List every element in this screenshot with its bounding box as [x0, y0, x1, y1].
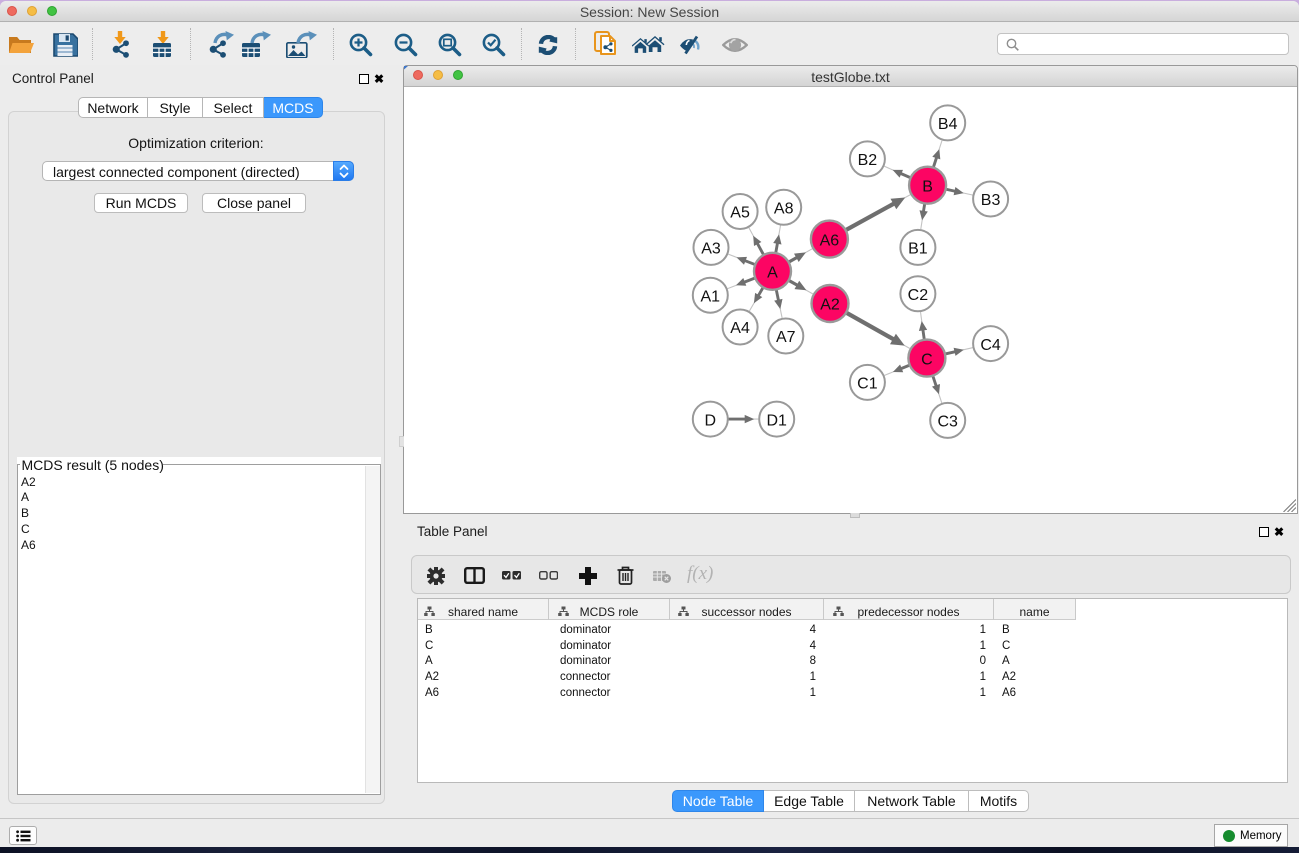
svg-text:A8: A8: [774, 201, 794, 218]
svg-text:C4: C4: [980, 337, 1001, 354]
svg-text:C2: C2: [908, 287, 929, 304]
svg-text:C: C: [921, 351, 933, 368]
svg-text:D1: D1: [766, 412, 787, 429]
svg-text:A1: A1: [701, 288, 721, 305]
svg-text:B: B: [922, 178, 933, 195]
svg-text:B2: B2: [858, 152, 878, 169]
svg-text:B4: B4: [938, 116, 958, 133]
svg-text:A2: A2: [820, 297, 840, 314]
svg-text:A7: A7: [776, 329, 796, 346]
svg-text:A5: A5: [730, 205, 750, 222]
svg-text:A3: A3: [701, 241, 721, 258]
svg-text:A4: A4: [730, 320, 750, 337]
svg-text:A: A: [767, 265, 778, 282]
svg-text:B3: B3: [981, 192, 1001, 209]
svg-text:A6: A6: [820, 232, 840, 249]
svg-text:B1: B1: [908, 241, 928, 258]
svg-text:D: D: [705, 412, 717, 429]
svg-text:C1: C1: [857, 376, 878, 393]
svg-text:C3: C3: [937, 414, 958, 431]
